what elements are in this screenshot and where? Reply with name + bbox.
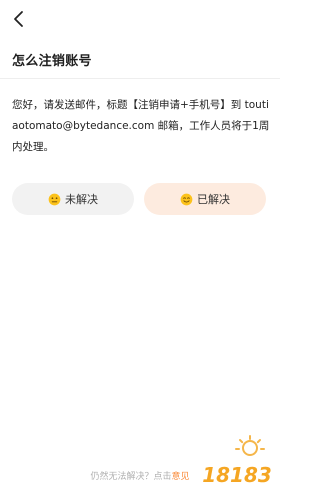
sun-icon xyxy=(235,435,265,456)
back-arrow-icon[interactable] xyxy=(9,9,29,29)
unsolved-label: 未解决 xyxy=(65,193,98,206)
watermark-logo: 18183 xyxy=(202,435,272,487)
feedback-link[interactable]: 意见 xyxy=(172,472,190,482)
top-bar xyxy=(0,0,280,38)
answer-text: 您好，请发送邮件，标题【注销申请+手机号】到 toutiaotomato@byt… xyxy=(12,99,270,153)
smiling-face-icon xyxy=(180,193,193,205)
footer-prefix: 仍然无法解决？点击 xyxy=(90,472,172,482)
unsolved-button[interactable]: 未解决 xyxy=(12,183,134,215)
neutral-face-icon xyxy=(48,193,61,205)
solved-label: 已解决 xyxy=(197,193,230,206)
watermark-text: 18183 xyxy=(202,463,272,487)
page-title: 怎么注销账号 xyxy=(12,54,92,69)
solved-button[interactable]: 已解决 xyxy=(144,183,266,215)
divider xyxy=(0,78,280,79)
